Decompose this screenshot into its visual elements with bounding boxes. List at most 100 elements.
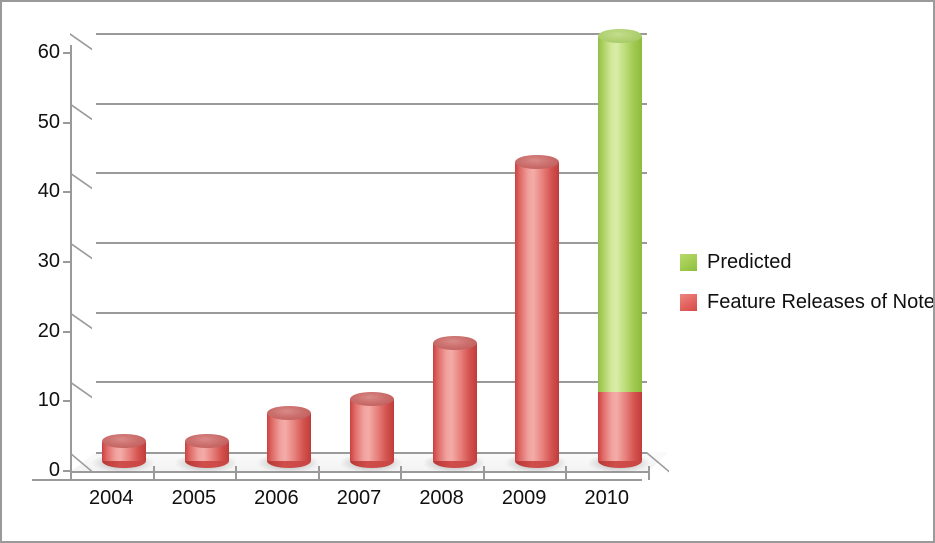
bar-shadow [505,452,568,473]
gridline-run [96,172,647,175]
legend-swatch-icon-predicted [680,253,697,271]
gridline-riser [70,311,92,348]
cylinder-top-cap [102,433,147,448]
cylinder-body [515,161,560,462]
bar-2006[interactable] [257,2,320,541]
bar-shadow [422,452,485,473]
legend-label-feature-releases: Feature Releases of Note [707,291,935,313]
y-axis-label: 60 [37,40,60,63]
chart-legend: Predicted Feature Releases of Note [680,242,935,322]
cylinder-bottom-cap [350,454,394,469]
bar-shadow [174,452,237,473]
bar-shadow [340,452,402,473]
cylinder-body [350,398,394,462]
bar-segment-feature-releases-2008[interactable] [432,336,477,469]
cylinder-body [597,391,642,462]
y-axis-tick [63,51,71,54]
bar-segment-feature-releases-2006[interactable] [267,405,312,469]
cylinder-body [102,440,147,462]
y-axis-tick [63,400,71,403]
cylinder-bottom-cap [102,454,147,469]
y-axis-label: 40 [37,180,60,203]
x-axis-tick [482,466,485,480]
bar-shadow [92,452,155,473]
x-axis-tick [235,466,238,480]
y-axis-tick [63,121,71,124]
bar-2008[interactable] [422,2,485,541]
x-axis-label: 2007 [336,487,382,509]
gridline-riser [70,102,92,139]
cylinder-body [597,36,642,392]
bar-segment-feature-releases-2009[interactable] [515,154,560,469]
y-axis-label: 20 [37,319,60,342]
x-axis-label: 2006 [254,487,299,509]
cylinder-body [184,440,229,462]
y-axis-label: 30 [37,249,60,272]
y-axis-tick [63,260,71,263]
legend-swatch-icon-feature-releases [680,293,697,311]
cylinder-top-cap [515,154,560,169]
cylinder-top-cap [597,29,642,44]
floor-left-edge [70,452,92,492]
x-axis-label: 2005 [171,487,217,509]
bar-2007[interactable] [340,2,402,541]
x-axis-line [32,479,642,481]
x-axis-label: 2009 [501,487,547,509]
x-axis-tick [317,466,320,480]
cylinder-bottom-cap [515,454,560,469]
y-axis-tick [63,470,71,472]
legend-label-predicted: Predicted [707,251,792,273]
x-axis-label: 2008 [419,487,464,509]
bar-shadow [257,452,320,473]
bar-2010[interactable] [587,2,650,541]
bar-shadow [587,452,650,473]
floor-back-edge [96,452,647,454]
x-axis-tick [70,466,72,480]
cylinder-top-cap [350,391,394,406]
chart-container: 0 10 20 30 40 50 60 2004 2005 2006 2007 2008 2009 20… [0,0,935,543]
cylinder-top-cap [184,433,229,448]
cylinder-bottom-cap [597,454,642,469]
cylinder-bottom-cap [432,454,477,469]
bar-segment-feature-releases-2005[interactable] [184,433,229,469]
y-axis-label: 50 [37,110,60,133]
gridline-run [96,311,647,314]
x-axis-tick [400,466,403,480]
bar-segment-predicted-2010[interactable] [597,29,642,392]
x-axis-tick [648,466,650,480]
gridline-riser [70,32,92,70]
x-axis-tick [152,466,155,480]
y-axis-line [70,45,72,472]
cylinder-bottom-cap [184,454,229,469]
bar-2004[interactable] [92,2,155,541]
chart-floor [70,452,670,492]
cylinder-top-cap [267,405,312,420]
gridline-riser [70,241,92,279]
y-axis-label: 10 [37,389,60,412]
x-axis-tick [565,466,568,480]
gridline-run [96,241,647,244]
gridline-run [96,32,647,35]
floor-right-edge [647,452,669,492]
gridline-run [96,381,647,384]
floor-surface [70,452,669,472]
cylinder-body [267,412,312,462]
y-axis-tick [63,191,71,194]
bar-segment-feature-releases-2007[interactable] [350,391,394,469]
y-axis-tick [63,330,71,333]
bar-segment-feature-releases-2004[interactable] [102,433,147,469]
gridline-run [96,102,647,105]
bar-2005[interactable] [174,2,237,541]
x-axis-label: 2004 [89,487,134,509]
gridline-riser [70,172,92,209]
cylinder-body [432,343,477,462]
cylinder-top-cap [432,336,477,350]
legend-item-predicted[interactable]: Predicted [680,242,933,282]
bar-segment-feature-releases-2010[interactable] [597,391,642,469]
y-axis-label: 0 [48,459,60,481]
cylinder-bottom-cap [267,454,312,469]
x-axis-label: 2010 [584,487,629,509]
legend-item-feature-releases[interactable]: Feature Releases of Note [680,282,935,322]
gridline-riser [70,381,92,418]
bar-2009[interactable] [505,2,568,541]
